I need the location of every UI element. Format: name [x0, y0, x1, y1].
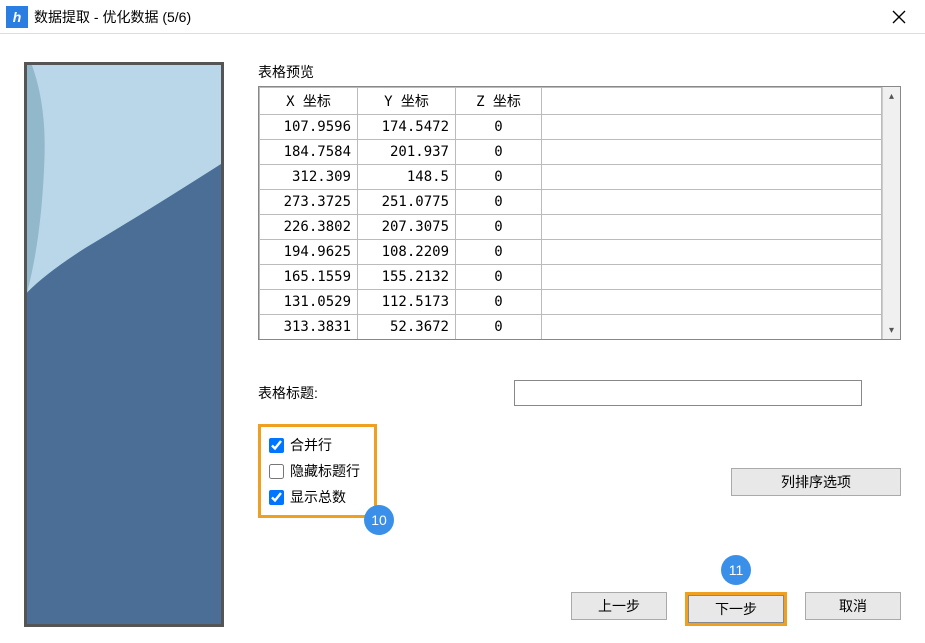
table-cell: 0: [456, 290, 542, 315]
table-cell: 148.5: [358, 165, 456, 190]
annotation-badge-11: 11: [721, 555, 751, 585]
table-cell-empty: [542, 215, 882, 240]
table-row: 273.3725251.07750: [260, 190, 882, 215]
scroll-up-icon[interactable]: ▴: [883, 87, 900, 105]
table-cell: 194.9625: [260, 240, 358, 265]
table-cell: 0: [456, 240, 542, 265]
table-cell: 184.7584: [260, 140, 358, 165]
table-title-label: 表格标题:: [258, 383, 508, 403]
merge-rows-option[interactable]: 合并行: [269, 435, 360, 455]
table-cell-empty: [542, 115, 882, 140]
table-row: 226.3802207.30750: [260, 215, 882, 240]
table-cell: 0: [456, 315, 542, 340]
table-row: 184.7584201.9370: [260, 140, 882, 165]
table-row: 165.1559155.21320: [260, 265, 882, 290]
table-cell: 0: [456, 215, 542, 240]
col-header-empty: [542, 88, 882, 115]
table-cell: 108.2209: [358, 240, 456, 265]
table-cell-empty: [542, 265, 882, 290]
hide-header-checkbox[interactable]: [269, 464, 284, 479]
options-highlight-box: 合并行 隐藏标题行 显示总数 10: [258, 424, 377, 518]
table-preview: X 坐标 Y 坐标 Z 坐标 107.9596174.54720184.7584…: [258, 86, 901, 340]
table-cell-empty: [542, 190, 882, 215]
table-cell: 226.3802: [260, 215, 358, 240]
table-cell: 0: [456, 115, 542, 140]
table-cell: 273.3725: [260, 190, 358, 215]
table-preview-label: 表格预览: [258, 62, 901, 82]
table-cell: 52.3672: [358, 315, 456, 340]
table-row: 107.9596174.54720: [260, 115, 882, 140]
table-row: 131.0529112.51730: [260, 290, 882, 315]
table-cell: 201.937: [358, 140, 456, 165]
annotation-badge-10: 10: [364, 505, 394, 535]
table-cell: 131.0529: [260, 290, 358, 315]
table-cell: 155.2132: [358, 265, 456, 290]
table-cell-empty: [542, 140, 882, 165]
col-header-x: X 坐标: [260, 88, 358, 115]
table-row: 194.9625108.22090: [260, 240, 882, 265]
table-cell: 165.1559: [260, 265, 358, 290]
table-cell: 251.0775: [358, 190, 456, 215]
table-cell: 174.5472: [358, 115, 456, 140]
table-cell: 312.309: [260, 165, 358, 190]
table-cell: 107.9596: [260, 115, 358, 140]
next-button[interactable]: 下一步: [688, 595, 784, 623]
titlebar: h 数据提取 - 优化数据 (5/6): [0, 0, 925, 34]
show-total-option[interactable]: 显示总数: [269, 487, 360, 507]
table-cell: 0: [456, 265, 542, 290]
show-total-checkbox[interactable]: [269, 490, 284, 505]
merge-rows-checkbox[interactable]: [269, 438, 284, 453]
table-cell: 207.3075: [358, 215, 456, 240]
prev-button[interactable]: 上一步: [571, 592, 667, 620]
table-cell: 0: [456, 140, 542, 165]
table-title-input[interactable]: [514, 380, 862, 406]
merge-rows-label: 合并行: [290, 435, 332, 455]
hide-header-option[interactable]: 隐藏标题行: [269, 461, 360, 481]
app-icon: h: [6, 6, 28, 28]
col-header-z: Z 坐标: [456, 88, 542, 115]
table-cell-empty: [542, 290, 882, 315]
table-row: 313.383152.36720: [260, 315, 882, 340]
close-icon[interactable]: [879, 2, 919, 32]
table-cell-empty: [542, 240, 882, 265]
table-cell: 0: [456, 190, 542, 215]
hide-header-label: 隐藏标题行: [290, 461, 360, 481]
col-header-y: Y 坐标: [358, 88, 456, 115]
show-total-label: 显示总数: [290, 487, 346, 507]
window-title: 数据提取 - 优化数据 (5/6): [34, 7, 191, 27]
table-header-row: X 坐标 Y 坐标 Z 坐标: [260, 88, 882, 115]
table-cell: 112.5173: [358, 290, 456, 315]
page-preview: [24, 62, 224, 627]
cancel-button[interactable]: 取消: [805, 592, 901, 620]
table-cell: 0: [456, 165, 542, 190]
table-scrollbar[interactable]: ▴ ▾: [882, 87, 900, 339]
table-cell-empty: [542, 315, 882, 340]
next-highlight-box: 11 下一步: [685, 592, 787, 626]
scroll-down-icon[interactable]: ▾: [883, 321, 900, 339]
table-row: 312.309148.50: [260, 165, 882, 190]
table-cell-empty: [542, 165, 882, 190]
column-sort-button[interactable]: 列排序选项: [731, 468, 901, 496]
table-cell: 313.3831: [260, 315, 358, 340]
